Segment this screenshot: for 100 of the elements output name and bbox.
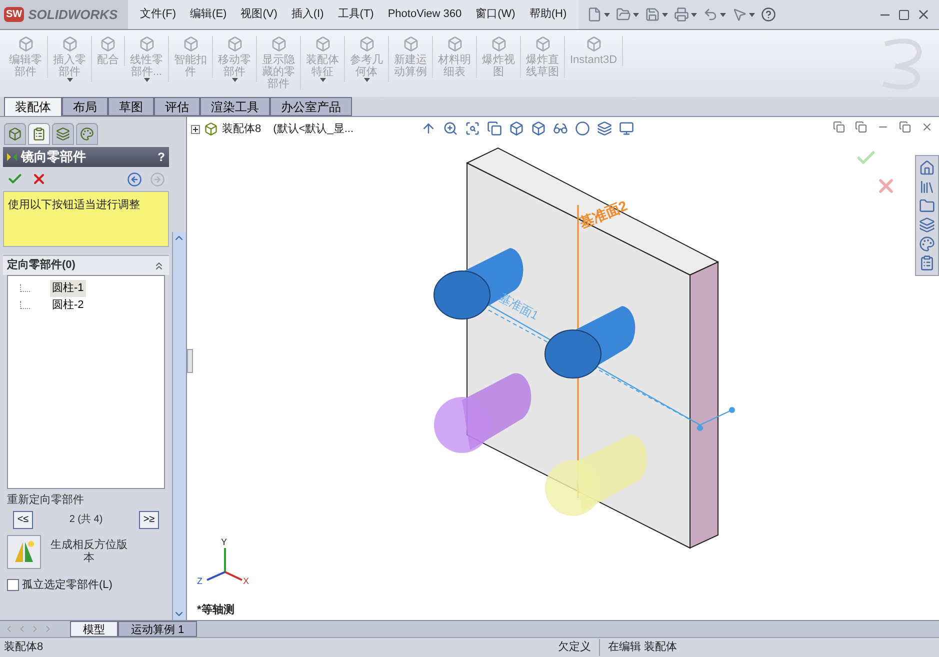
cube-icon	[226, 36, 242, 52]
cube-icon	[18, 36, 34, 52]
checkbox[interactable]	[7, 578, 19, 591]
caret-icon[interactable]	[232, 78, 238, 82]
help-link[interactable]: ?	[158, 148, 165, 166]
ribbon-tab[interactable]: 办公室产品	[270, 97, 352, 116]
printer-icon[interactable]	[674, 7, 689, 22]
menu-item[interactable]: 编辑(E)	[190, 6, 227, 23]
panel-tab[interactable]	[28, 123, 50, 145]
circle-icon[interactable]	[575, 121, 590, 136]
library-icon[interactable]	[919, 179, 935, 195]
ribbon-tab[interactable]: 评估	[154, 97, 200, 116]
split-view-icon[interactable]	[833, 121, 845, 133]
layers-icon[interactable]	[919, 217, 935, 233]
help-icon[interactable]	[760, 7, 776, 22]
cube-icon[interactable]	[509, 121, 524, 136]
menu-item[interactable]: 窗口(W)	[476, 6, 516, 23]
zoom-icon[interactable]	[443, 121, 458, 136]
palette-icon[interactable]	[919, 236, 935, 252]
save-icon[interactable]	[644, 7, 660, 22]
split-view-icon[interactable]	[855, 121, 867, 133]
section-title: 定向零部件(0)	[7, 258, 76, 274]
opposite-version-button[interactable]	[7, 534, 41, 568]
pages-icon[interactable]	[487, 121, 502, 136]
restore-icon[interactable]	[899, 121, 911, 133]
cube-icon[interactable]	[531, 121, 546, 136]
caret-icon[interactable]	[320, 78, 326, 82]
cube-icon	[62, 36, 78, 52]
logo-text: SOLIDWORKS	[28, 6, 118, 24]
panel-tab[interactable]	[76, 123, 98, 145]
appearance-icon	[80, 127, 94, 141]
caret-icon[interactable]	[604, 12, 610, 16]
checkbox-label: 孤立选定零部件(L)	[22, 578, 112, 592]
caret-icon[interactable]	[632, 12, 639, 16]
menu-item[interactable]: 文件(F)	[140, 6, 176, 23]
cube-icon	[358, 36, 374, 52]
close-icon[interactable]	[921, 121, 933, 133]
configuration-icon	[56, 127, 70, 141]
ribbon-tab[interactable]: 渲染工具	[200, 97, 270, 116]
menu-item[interactable]: 工具(T)	[338, 6, 374, 23]
folder-icon[interactable]	[616, 7, 631, 22]
cube-icon	[490, 36, 506, 52]
document-tab[interactable]: 运动算例 1	[118, 621, 198, 637]
caret-icon[interactable]	[364, 78, 370, 82]
plane-label: 基准面2	[577, 197, 630, 231]
maximize-icon[interactable]	[898, 8, 910, 20]
layers-icon[interactable]	[597, 121, 612, 136]
pointer-icon[interactable]	[732, 7, 747, 22]
cube-icon	[586, 36, 602, 52]
caret-icon[interactable]	[690, 12, 697, 16]
clipboard-icon[interactable]	[919, 255, 935, 271]
next-button[interactable]: >≥	[139, 510, 159, 528]
close-icon[interactable]	[916, 7, 931, 22]
menu-item[interactable]: PhotoView 360	[388, 6, 462, 23]
axis-label: Z	[197, 576, 202, 586]
back-icon[interactable]	[127, 172, 142, 186]
expand-icon[interactable]	[191, 124, 200, 134]
glasses-icon[interactable]	[553, 121, 568, 136]
caret-icon[interactable]	[144, 78, 150, 82]
scrollbar[interactable]	[172, 232, 186, 620]
new-document-icon[interactable]	[586, 7, 602, 22]
counter-text: 2 (共 4)	[69, 512, 103, 527]
cube-icon	[314, 36, 330, 52]
logo-badge: SW	[4, 7, 24, 22]
menu-item[interactable]: 帮助(H)	[529, 6, 567, 23]
cube-icon	[138, 36, 154, 52]
home-icon[interactable]	[919, 160, 935, 176]
view-name: *等轴测	[197, 602, 234, 618]
panel-collapse-handle[interactable]	[187, 349, 193, 373]
axis-label: Y	[221, 537, 228, 547]
axis-label: X	[243, 576, 250, 586]
undo-icon[interactable]	[702, 7, 718, 22]
previous-button[interactable]: <≤	[13, 510, 33, 528]
caret-icon[interactable]	[720, 12, 726, 16]
plane-label: 基准面1	[496, 290, 541, 323]
collapse-icon[interactable]	[153, 260, 165, 272]
ribbon-tab[interactable]: 布局	[62, 97, 108, 116]
cancel-icon[interactable]	[31, 171, 47, 187]
folder-icon[interactable]	[919, 198, 935, 214]
zoom-area-icon[interactable]	[465, 121, 480, 136]
document-tab[interactable]: 模型	[70, 621, 118, 637]
menu-item[interactable]: 插入(I)	[291, 6, 324, 23]
tree-item[interactable]: 装配体8	[222, 121, 262, 138]
caret-icon[interactable]	[748, 12, 755, 16]
status-text: 在编辑 装配体	[606, 640, 678, 656]
caret-icon[interactable]	[66, 78, 72, 82]
property-icon	[32, 127, 46, 141]
reorient-label: 重新定向零部件	[6, 492, 85, 508]
component-item[interactable]: 圆柱-2	[50, 296, 86, 313]
component-item[interactable]: 圆柱-1	[50, 280, 86, 296]
monitor-icon[interactable]	[619, 121, 634, 136]
cube-icon	[446, 36, 462, 52]
panel-tab[interactable]	[4, 123, 26, 145]
menu-item[interactable]: 视图(V)	[240, 6, 278, 23]
assembly-icon	[204, 122, 218, 136]
ribbon-tab[interactable]: 草图	[108, 97, 154, 116]
tree-config-text: (默认<默认_显...	[273, 122, 354, 137]
caret-icon[interactable]	[662, 12, 668, 16]
panel-tab[interactable]	[52, 123, 74, 145]
ribbon-tab[interactable]: 装配体	[4, 97, 62, 116]
